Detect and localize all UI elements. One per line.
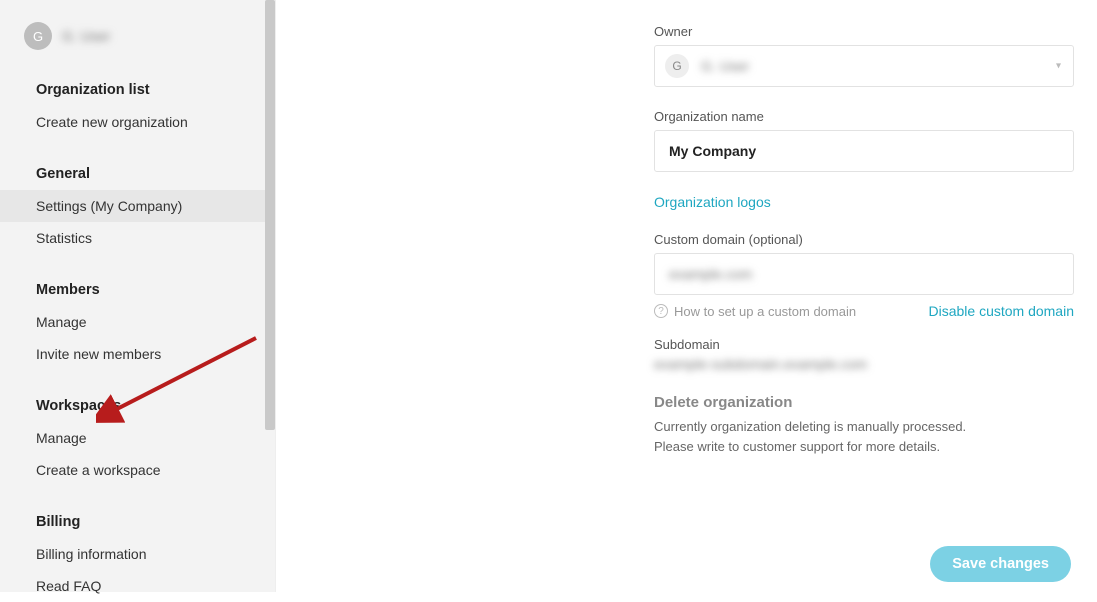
custom-domain-label: Custom domain (optional)	[654, 232, 1074, 247]
delete-org-text-1: Currently organization deleting is manua…	[654, 417, 1074, 437]
user-name: G. User	[62, 28, 110, 44]
custom-domain-value[interactable]: example.com	[669, 266, 752, 282]
section-heading-org-list: Organization list	[0, 68, 275, 106]
sidebar-item-billing-info[interactable]: Billing information	[0, 538, 275, 570]
delete-org-heading: Delete organization	[654, 394, 1074, 411]
org-name-label: Organization name	[654, 109, 1074, 124]
avatar: G	[24, 22, 52, 50]
org-logos-link[interactable]: Organization logos	[654, 194, 771, 210]
subdomain-label: Subdomain	[654, 337, 1074, 352]
sidebar-item-create-org[interactable]: Create new organization	[0, 106, 275, 138]
custom-domain-help-text: How to set up a custom domain	[674, 304, 856, 319]
sidebar-scrollbar-thumb[interactable]	[265, 0, 275, 430]
help-icon: ?	[654, 304, 668, 318]
main: Owner G G. User ▾ Organization name Orga…	[276, 0, 1097, 592]
org-name-input[interactable]	[654, 130, 1074, 172]
owner-label: Owner	[654, 24, 1074, 39]
sidebar-item-invite-members[interactable]: Invite new members	[0, 338, 275, 370]
sidebar-item-create-workspace[interactable]: Create a workspace	[0, 454, 275, 486]
chevron-down-icon: ▾	[1056, 61, 1061, 72]
user-block[interactable]: G G. User	[0, 18, 275, 68]
owner-avatar: G	[665, 54, 689, 78]
custom-domain-help[interactable]: ? How to set up a custom domain	[654, 304, 856, 319]
sidebar-item-workspaces-manage[interactable]: Manage	[0, 422, 275, 454]
section-heading-billing: Billing	[0, 500, 275, 538]
owner-name: G. User	[701, 58, 749, 74]
sidebar-item-members-manage[interactable]: Manage	[0, 306, 275, 338]
sidebar-item-settings[interactable]: Settings (My Company)	[0, 190, 275, 222]
owner-select[interactable]: G G. User ▾	[654, 45, 1074, 87]
sidebar-item-read-faq[interactable]: Read FAQ	[0, 570, 275, 602]
section-heading-workspaces: Workspaces	[0, 384, 275, 422]
sidebar: G G. User Organization list Create new o…	[0, 0, 276, 592]
section-heading-general: General	[0, 152, 275, 190]
sidebar-scrollbar-track	[265, 0, 275, 592]
sidebar-item-statistics[interactable]: Statistics	[0, 222, 275, 254]
disable-custom-domain-link[interactable]: Disable custom domain	[928, 303, 1074, 319]
subdomain-value: example-subdomain.example.com	[654, 356, 867, 372]
delete-org-text-2: Please write to customer support for mor…	[654, 437, 1074, 457]
save-changes-button[interactable]: Save changes	[930, 546, 1071, 582]
section-heading-members: Members	[0, 268, 275, 306]
